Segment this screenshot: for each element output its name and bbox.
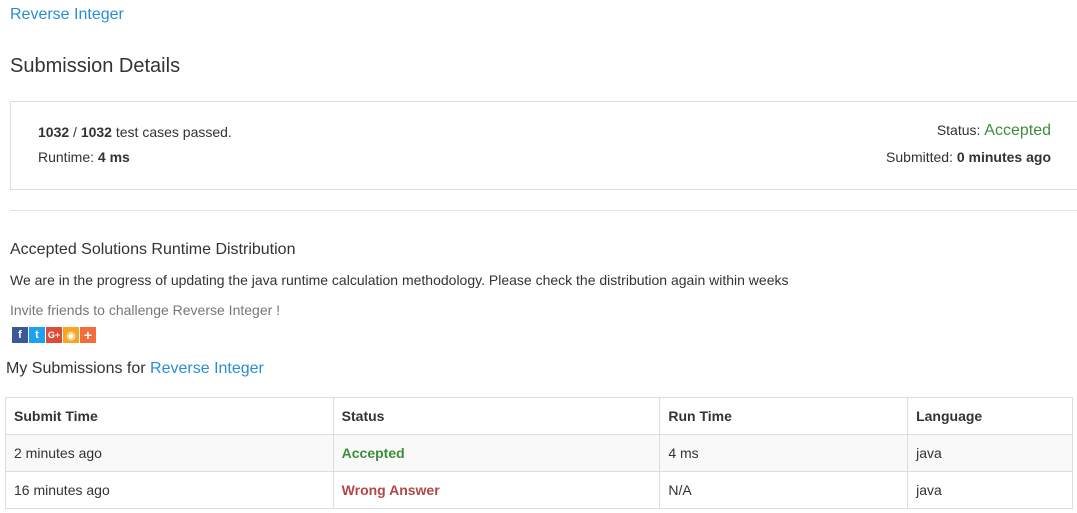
distribution-note: We are in the progress of updating the j…: [10, 272, 789, 288]
status-value: Accepted: [984, 122, 1051, 139]
language-cell: java: [907, 434, 1073, 472]
page-title: Submission Details: [10, 55, 181, 77]
status-label: Status:: [936, 122, 985, 138]
status-link[interactable]: Wrong Answer: [342, 482, 440, 498]
my-submissions-prefix: My Submissions for: [6, 360, 151, 377]
section-divider: [10, 210, 1077, 211]
status-cell: Wrong Answer: [332, 471, 661, 509]
test-cases-line: 1032 / 1032 test cases passed.: [38, 124, 232, 140]
table-row: 2 minutes ago Accepted 4 ms java: [5, 434, 1073, 472]
status-line: Status: Accepted: [886, 122, 1051, 140]
column-header-status: Status: [332, 397, 661, 435]
run-time-cell: 4 ms: [659, 434, 909, 472]
language-cell: java: [907, 471, 1073, 509]
run-time-cell: N/A: [659, 471, 909, 509]
submit-time-cell: 16 minutes ago: [5, 471, 334, 509]
weibo-icon[interactable]: ◉: [63, 327, 79, 343]
summary-left: 1032 / 1032 test cases passed. Runtime: …: [38, 124, 232, 165]
submitted-value: 0 minutes ago: [956, 149, 1051, 165]
distribution-title: Accepted Solutions Runtime Distribution: [10, 241, 296, 258]
invite-text: Invite friends to challenge Reverse Inte…: [10, 302, 281, 318]
total-count: 1032: [80, 124, 112, 140]
submitted-line: Submitted: 0 minutes ago: [886, 149, 1051, 165]
runtime-label: Runtime:: [38, 149, 98, 165]
status-link[interactable]: Accepted: [342, 445, 405, 461]
twitter-icon[interactable]: t: [29, 327, 45, 343]
my-submissions-heading: My Submissions for Reverse Integer: [6, 360, 264, 378]
my-submissions-problem-link[interactable]: Reverse Integer: [150, 360, 264, 377]
submissions-table: Submit Time Status Run Time Language 2 m…: [5, 397, 1073, 509]
submitted-label: Submitted:: [886, 149, 957, 165]
problem-title-link[interactable]: Reverse Integer: [10, 6, 124, 24]
table-header-row: Submit Time Status Run Time Language: [5, 397, 1073, 435]
column-header-language: Language: [907, 397, 1073, 435]
submit-time-cell: 2 minutes ago: [5, 434, 334, 472]
share-buttons: f t G+ ◉ +: [12, 327, 96, 344]
passed-count: 1032: [38, 124, 70, 140]
status-cell: Accepted: [332, 434, 661, 472]
summary-right: Status: Accepted Submitted: 0 minutes ag…: [886, 122, 1051, 165]
column-header-run-time: Run Time: [659, 397, 909, 435]
column-header-submit-time: Submit Time: [5, 397, 334, 435]
table-row: 16 minutes ago Wrong Answer N/A java: [5, 471, 1073, 509]
runtime-value: 4 ms: [97, 149, 130, 165]
facebook-icon[interactable]: f: [12, 327, 28, 343]
count-separator: /: [69, 124, 81, 140]
runtime-line: Runtime: 4 ms: [38, 149, 232, 165]
passed-suffix: test cases passed.: [111, 124, 232, 140]
submission-summary-panel: 1032 / 1032 test cases passed. Runtime: …: [10, 101, 1077, 190]
google-plus-icon[interactable]: G+: [46, 327, 62, 343]
add-share-icon[interactable]: +: [80, 327, 96, 343]
